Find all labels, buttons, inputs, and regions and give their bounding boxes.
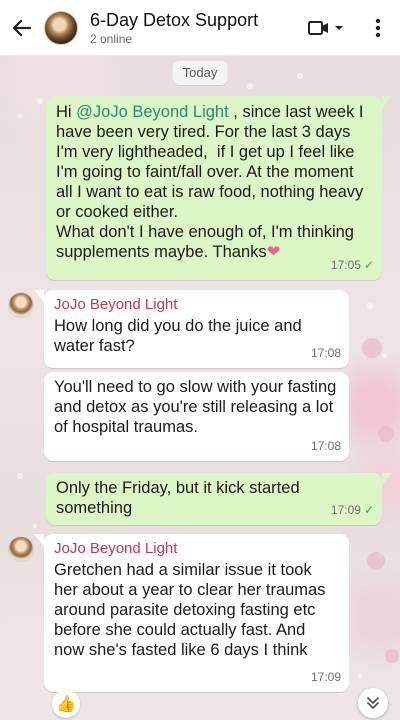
greeting-text: Hi bbox=[56, 103, 77, 121]
double-chevron-down-icon bbox=[367, 697, 379, 709]
message-time: 17:08 bbox=[310, 439, 341, 453]
thumbs-up-icon: 👍 bbox=[56, 696, 76, 713]
sender-avatar[interactable] bbox=[8, 292, 34, 318]
message-text: Hi @JoJo Beyond Light , since last week … bbox=[56, 102, 372, 262]
message-text: How long did you do the juice and water … bbox=[54, 317, 307, 355]
message-text: Gretchen had a similar issue it took her… bbox=[54, 561, 331, 659]
outgoing-message[interactable]: Only the Friday, but it kick started som… bbox=[46, 473, 382, 525]
message-meta: 17:05 ✓ bbox=[331, 255, 374, 275]
message-time: 17:05 bbox=[330, 258, 361, 272]
message-body: , since last week I have been very tired… bbox=[56, 103, 364, 261]
chat-title: 6-Day Detox Support bbox=[90, 9, 259, 30]
thumbs-up-reaction-button[interactable]: 👍 bbox=[52, 690, 80, 718]
bubble-tail bbox=[34, 290, 44, 302]
bubble-tail bbox=[382, 96, 392, 108]
chat-title-area[interactable]: 6-Day Detox Support 2 online bbox=[90, 9, 308, 47]
message-meta: 17:09 ✓ bbox=[331, 500, 374, 520]
chevron-down-icon bbox=[335, 25, 343, 30]
message-text: Only the Friday, but it kick started som… bbox=[56, 479, 305, 517]
sent-check-icon: ✓ bbox=[363, 258, 374, 272]
outgoing-message[interactable]: Hi @JoJo Beyond Light , since last week … bbox=[46, 96, 382, 280]
sender-name[interactable]: JoJo Beyond Light bbox=[54, 539, 339, 558]
more-vertical-icon bbox=[375, 18, 381, 37]
video-call-button[interactable] bbox=[308, 20, 344, 36]
arrow-left-icon bbox=[12, 19, 32, 36]
online-status: 2 online bbox=[90, 31, 133, 46]
group-avatar[interactable] bbox=[44, 10, 78, 45]
message-time: 17:09 bbox=[330, 503, 361, 517]
message-time: 17:08 bbox=[310, 346, 341, 360]
date-divider: Today bbox=[172, 61, 228, 85]
chat-header: 6-Day Detox Support 2 online bbox=[0, 0, 400, 56]
more-options-button[interactable] bbox=[362, 18, 394, 38]
sender-avatar[interactable] bbox=[8, 536, 34, 562]
message-meta: 17:08 bbox=[311, 343, 341, 363]
incoming-message[interactable]: JoJo Beyond Light Gretchen had a similar… bbox=[44, 534, 349, 692]
message-text: You'll need to go slow with your fasting… bbox=[54, 378, 341, 436]
back-button[interactable] bbox=[0, 0, 44, 56]
sender-name[interactable]: JoJo Beyond Light bbox=[54, 295, 339, 314]
bubble-tail bbox=[382, 473, 392, 485]
video-camera-icon bbox=[308, 20, 328, 35]
heart-emoji: ❤ bbox=[266, 243, 281, 261]
mention-link[interactable]: @JoJo Beyond Light bbox=[76, 103, 229, 121]
incoming-message[interactable]: JoJo Beyond Light How long did you do th… bbox=[44, 290, 349, 368]
message-meta: 17:09 bbox=[311, 667, 341, 687]
scroll-to-bottom-button[interactable] bbox=[358, 688, 388, 718]
sent-check-icon: ✓ bbox=[363, 503, 374, 517]
message-meta: 17:08 bbox=[311, 436, 341, 456]
incoming-message[interactable]: You'll need to go slow with your fasting… bbox=[44, 372, 349, 461]
message-time: 17:09 bbox=[310, 670, 341, 684]
bubble-tail bbox=[34, 534, 44, 546]
